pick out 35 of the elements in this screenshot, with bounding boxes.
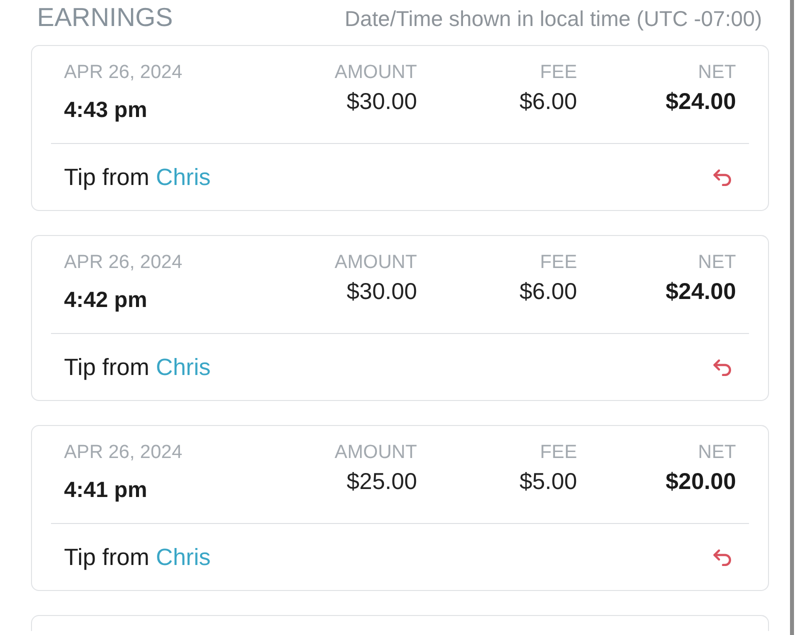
time-text: 4:41 pm: [64, 477, 148, 503]
date-label: APR 26, 2024: [64, 252, 184, 274]
fee-label: FEE: [540, 62, 577, 84]
net-label: NET: [698, 62, 736, 84]
time-text: 4:42 pm: [64, 287, 148, 313]
net-label: NET: [698, 442, 736, 464]
amount-value: $30.00: [346, 88, 417, 114]
fee-value: $6.00: [519, 88, 577, 114]
date-label: APR 26, 2024: [64, 442, 184, 464]
undo-icon[interactable]: [712, 358, 734, 376]
amount-label: AMOUNT: [334, 442, 417, 464]
net-value: $20.00: [666, 468, 736, 494]
fee-value: $5.00: [519, 468, 577, 494]
sender-link[interactable]: Chris: [156, 164, 211, 190]
tip-description: Tip from Chris: [64, 164, 211, 190]
earnings-heading: EARNINGS: [37, 2, 173, 32]
amount-value: $25.00: [346, 468, 417, 494]
tip-description: Tip from Chris: [64, 544, 211, 570]
amount-label: AMOUNT: [334, 62, 417, 84]
sender-link[interactable]: Chris: [156, 354, 211, 380]
tip-description: Tip from Chris: [64, 354, 211, 380]
date-label: APR 26, 2024: [64, 62, 184, 84]
net-label: NET: [698, 252, 736, 274]
net-value: $24.00: [666, 88, 736, 114]
amount-label: AMOUNT: [334, 252, 417, 274]
timezone-note: Date/Time shown in local time (UTC -07:00): [344, 6, 762, 32]
undo-icon[interactable]: [712, 548, 734, 566]
fee-label: FEE: [540, 252, 577, 274]
net-value: $24.00: [666, 278, 736, 304]
sender-link[interactable]: Chris: [156, 544, 211, 570]
amount-value: $30.00: [346, 278, 417, 304]
undo-icon[interactable]: [712, 168, 734, 186]
fee-value: $6.00: [519, 278, 577, 304]
time-text: 4:43 pm: [64, 97, 148, 123]
fee-label: FEE: [540, 442, 577, 464]
